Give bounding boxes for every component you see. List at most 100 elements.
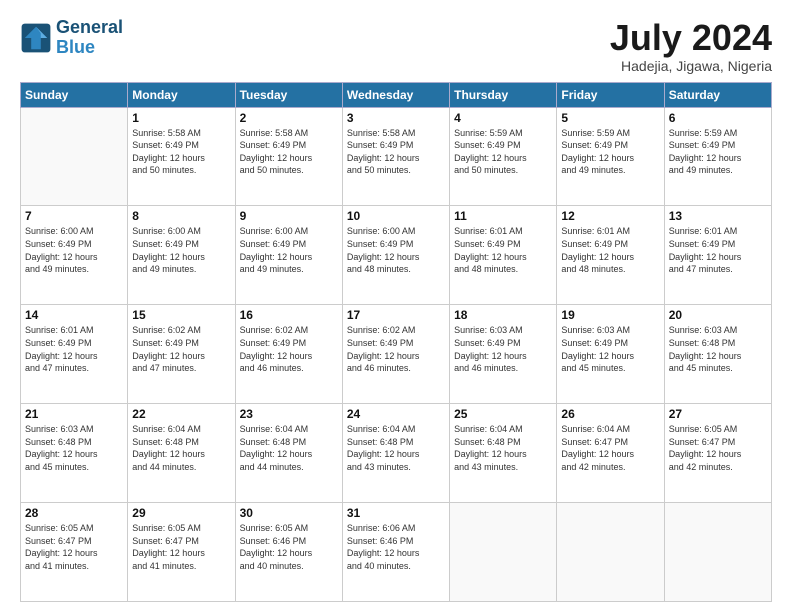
day-number: 30 — [240, 506, 338, 520]
day-info: Sunrise: 6:06 AMSunset: 6:46 PMDaylight:… — [347, 522, 445, 572]
calendar-cell: 8 Sunrise: 6:00 AMSunset: 6:49 PMDaylight… — [128, 206, 235, 305]
day-number: 4 — [454, 111, 552, 125]
calendar-week-2: 14Sunrise: 6:01 AMSunset: 6:49 PMDayligh… — [21, 305, 772, 404]
day-info: Sunrise: 6:01 AMSunset: 6:49 PMDaylight:… — [454, 225, 552, 275]
col-wednesday: Wednesday — [342, 82, 449, 107]
calendar-cell: 10 Sunrise: 6:00 AMSunset: 6:49 PMDayligh… — [342, 206, 449, 305]
day-number: 6 — [669, 111, 767, 125]
calendar-cell: 29 Sunrise: 6:05 AMSunset: 6:47 PMDayligh… — [128, 503, 235, 602]
day-info: Sunrise: 5:59 AMSunset: 6:49 PMDaylight:… — [561, 127, 659, 177]
logo-icon — [20, 22, 52, 54]
day-number: 7 — [25, 209, 123, 223]
day-info: Sunrise: 6:04 AMSunset: 6:47 PMDaylight:… — [561, 423, 659, 473]
day-info: Sunrise: 6:00 AMSunset: 6:49 PMDaylight:… — [240, 225, 338, 275]
day-number: 27 — [669, 407, 767, 421]
col-friday: Friday — [557, 82, 664, 107]
calendar-cell: 22Sunrise: 6:04 AMSunset: 6:48 PMDayligh… — [128, 404, 235, 503]
header: General Blue July 2024 Hadejia, Jigawa, … — [20, 18, 772, 74]
calendar-cell: 4 Sunrise: 5:59 AMSunset: 6:49 PMDaylight… — [450, 107, 557, 206]
day-number: 15 — [132, 308, 230, 322]
day-info: Sunrise: 6:00 AMSunset: 6:49 PMDaylight:… — [347, 225, 445, 275]
calendar-cell: 31 Sunrise: 6:06 AMSunset: 6:46 PMDayligh… — [342, 503, 449, 602]
day-number: 20 — [669, 308, 767, 322]
day-number: 11 — [454, 209, 552, 223]
day-info: Sunrise: 6:05 AMSunset: 6:47 PMDaylight:… — [25, 522, 123, 572]
calendar-cell: 20 Sunrise: 6:03 AMSunset: 6:48 PMDayligh… — [664, 305, 771, 404]
logo-text: General Blue — [56, 18, 123, 58]
day-number: 29 — [132, 506, 230, 520]
day-info: Sunrise: 6:03 AMSunset: 6:49 PMDaylight:… — [454, 324, 552, 374]
calendar-cell: 25Sunrise: 6:04 AMSunset: 6:48 PMDayligh… — [450, 404, 557, 503]
month-title: July 2024 — [610, 18, 772, 58]
calendar-header: Sunday Monday Tuesday Wednesday Thursday… — [21, 82, 772, 107]
day-info: Sunrise: 5:58 AMSunset: 6:49 PMDaylight:… — [240, 127, 338, 177]
day-number: 18 — [454, 308, 552, 322]
day-info: Sunrise: 5:59 AMSunset: 6:49 PMDaylight:… — [454, 127, 552, 177]
day-info: Sunrise: 6:02 AMSunset: 6:49 PMDaylight:… — [347, 324, 445, 374]
day-info: Sunrise: 6:01 AMSunset: 6:49 PMDaylight:… — [25, 324, 123, 374]
day-info: Sunrise: 6:00 AMSunset: 6:49 PMDaylight:… — [25, 225, 123, 275]
location-subtitle: Hadejia, Jigawa, Nigeria — [610, 58, 772, 74]
calendar-cell: 17 Sunrise: 6:02 AMSunset: 6:49 PMDayligh… — [342, 305, 449, 404]
calendar-cell: 9 Sunrise: 6:00 AMSunset: 6:49 PMDaylight… — [235, 206, 342, 305]
col-thursday: Thursday — [450, 82, 557, 107]
calendar-cell: 14Sunrise: 6:01 AMSunset: 6:49 PMDayligh… — [21, 305, 128, 404]
day-number: 5 — [561, 111, 659, 125]
day-number: 8 — [132, 209, 230, 223]
day-number: 26 — [561, 407, 659, 421]
calendar-cell: 24 Sunrise: 6:04 AMSunset: 6:48 PMDayligh… — [342, 404, 449, 503]
day-number: 3 — [347, 111, 445, 125]
calendar-cell: 1 Sunrise: 5:58 AMSunset: 6:49 PMDaylight… — [128, 107, 235, 206]
calendar-cell: 21 Sunrise: 6:03 AMSunset: 6:48 PMDayligh… — [21, 404, 128, 503]
calendar-cell: 13Sunrise: 6:01 AMSunset: 6:49 PMDayligh… — [664, 206, 771, 305]
day-info: Sunrise: 6:02 AMSunset: 6:49 PMDaylight:… — [132, 324, 230, 374]
calendar-week-4: 28 Sunrise: 6:05 AMSunset: 6:47 PMDayligh… — [21, 503, 772, 602]
calendar-cell: 19Sunrise: 6:03 AMSunset: 6:49 PMDayligh… — [557, 305, 664, 404]
day-info: Sunrise: 6:04 AMSunset: 6:48 PMDaylight:… — [454, 423, 552, 473]
calendar-table: Sunday Monday Tuesday Wednesday Thursday… — [20, 82, 772, 602]
day-number: 16 — [240, 308, 338, 322]
calendar-cell: 15 Sunrise: 6:02 AMSunset: 6:49 PMDayligh… — [128, 305, 235, 404]
day-info: Sunrise: 6:03 AMSunset: 6:48 PMDaylight:… — [25, 423, 123, 473]
day-number: 10 — [347, 209, 445, 223]
day-number: 2 — [240, 111, 338, 125]
day-info: Sunrise: 6:01 AMSunset: 6:49 PMDaylight:… — [669, 225, 767, 275]
calendar-cell: 30Sunrise: 6:05 AMSunset: 6:46 PMDayligh… — [235, 503, 342, 602]
day-info: Sunrise: 6:04 AMSunset: 6:48 PMDaylight:… — [132, 423, 230, 473]
calendar-cell: 5 Sunrise: 5:59 AMSunset: 6:49 PMDaylight… — [557, 107, 664, 206]
day-info: Sunrise: 5:58 AMSunset: 6:49 PMDaylight:… — [132, 127, 230, 177]
header-row: Sunday Monday Tuesday Wednesday Thursday… — [21, 82, 772, 107]
day-number: 1 — [132, 111, 230, 125]
day-number: 19 — [561, 308, 659, 322]
calendar-body: 1 Sunrise: 5:58 AMSunset: 6:49 PMDaylight… — [21, 107, 772, 601]
col-sunday: Sunday — [21, 82, 128, 107]
day-number: 31 — [347, 506, 445, 520]
calendar-cell — [450, 503, 557, 602]
day-number: 28 — [25, 506, 123, 520]
calendar-week-3: 21 Sunrise: 6:03 AMSunset: 6:48 PMDayligh… — [21, 404, 772, 503]
day-info: Sunrise: 6:05 AMSunset: 6:47 PMDaylight:… — [132, 522, 230, 572]
calendar-week-1: 7 Sunrise: 6:00 AMSunset: 6:49 PMDaylight… — [21, 206, 772, 305]
calendar-cell: 12 Sunrise: 6:01 AMSunset: 6:49 PMDayligh… — [557, 206, 664, 305]
day-info: Sunrise: 6:04 AMSunset: 6:48 PMDaylight:… — [347, 423, 445, 473]
col-monday: Monday — [128, 82, 235, 107]
col-saturday: Saturday — [664, 82, 771, 107]
day-number: 12 — [561, 209, 659, 223]
calendar-cell: 11 Sunrise: 6:01 AMSunset: 6:49 PMDayligh… — [450, 206, 557, 305]
calendar-cell: 27Sunrise: 6:05 AMSunset: 6:47 PMDayligh… — [664, 404, 771, 503]
calendar-cell: 18 Sunrise: 6:03 AMSunset: 6:49 PMDayligh… — [450, 305, 557, 404]
day-info: Sunrise: 6:04 AMSunset: 6:48 PMDaylight:… — [240, 423, 338, 473]
calendar-cell: 7 Sunrise: 6:00 AMSunset: 6:49 PMDaylight… — [21, 206, 128, 305]
calendar-week-0: 1 Sunrise: 5:58 AMSunset: 6:49 PMDaylight… — [21, 107, 772, 206]
day-info: Sunrise: 6:00 AMSunset: 6:49 PMDaylight:… — [132, 225, 230, 275]
day-number: 17 — [347, 308, 445, 322]
day-info: Sunrise: 6:03 AMSunset: 6:48 PMDaylight:… — [669, 324, 767, 374]
day-info: Sunrise: 5:59 AMSunset: 6:49 PMDaylight:… — [669, 127, 767, 177]
title-block: July 2024 Hadejia, Jigawa, Nigeria — [610, 18, 772, 74]
day-number: 24 — [347, 407, 445, 421]
calendar-cell: 2 Sunrise: 5:58 AMSunset: 6:49 PMDaylight… — [235, 107, 342, 206]
day-number: 9 — [240, 209, 338, 223]
calendar-cell: 23Sunrise: 6:04 AMSunset: 6:48 PMDayligh… — [235, 404, 342, 503]
day-number: 21 — [25, 407, 123, 421]
day-info: Sunrise: 6:01 AMSunset: 6:49 PMDaylight:… — [561, 225, 659, 275]
